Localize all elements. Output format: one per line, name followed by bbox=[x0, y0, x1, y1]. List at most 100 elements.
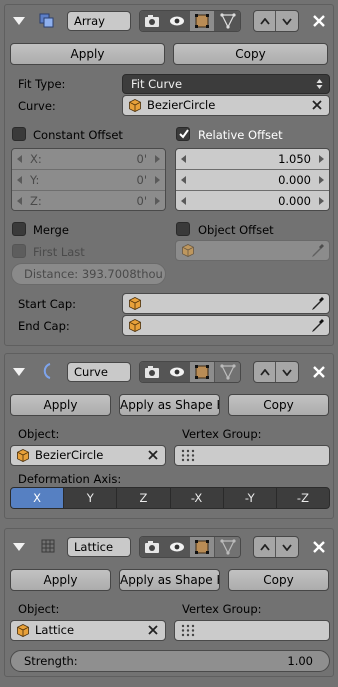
merge-checkbox[interactable] bbox=[12, 222, 26, 236]
collapse-arrow-icon[interactable] bbox=[13, 543, 25, 551]
clear-field-icon[interactable] bbox=[310, 98, 324, 112]
relative-offset-y-field[interactable]: 0.000 bbox=[176, 170, 329, 191]
axis-value: 0' bbox=[136, 152, 147, 166]
move-down-icon[interactable] bbox=[276, 362, 298, 382]
axis-value: 0' bbox=[136, 173, 147, 187]
start-cap-field[interactable] bbox=[122, 293, 330, 314]
deform-object-value: Lattice bbox=[35, 623, 75, 637]
render-camera-icon[interactable] bbox=[140, 537, 165, 557]
start-cap-label: Start Cap: bbox=[18, 297, 76, 311]
move-up-icon[interactable] bbox=[254, 362, 276, 382]
constant-offset-checkbox[interactable] bbox=[12, 127, 26, 141]
copy-button[interactable]: Copy bbox=[228, 394, 329, 416]
strength-slider[interactable]: Strength: 1.00 bbox=[10, 650, 330, 672]
relative-offset-label: Relative Offset bbox=[198, 128, 283, 142]
move-up-icon[interactable] bbox=[254, 537, 276, 557]
apply-as-shape-button[interactable]: Apply as Shape K... bbox=[119, 569, 220, 591]
object-offset-checkbox[interactable] bbox=[176, 222, 190, 236]
collapse-arrow-icon[interactable] bbox=[13, 17, 25, 25]
relative-offset-x-field[interactable]: 1.050 bbox=[176, 149, 329, 170]
viewport-eye-icon[interactable] bbox=[165, 537, 190, 557]
modifier-name-field[interactable]: Lattice bbox=[67, 537, 131, 557]
visibility-toggles bbox=[139, 536, 241, 558]
copy-button[interactable]: Copy bbox=[173, 43, 328, 65]
constant-offset-z-field[interactable]: Z: 0' bbox=[12, 191, 165, 210]
clear-field-icon[interactable] bbox=[146, 448, 160, 462]
curve-modifier-panel: Curve Apply Apply as Shape K... Copy Obj… bbox=[4, 353, 334, 519]
object-cube-icon bbox=[17, 624, 29, 637]
relative-offset-z-field[interactable]: 0.000 bbox=[176, 191, 329, 210]
end-cap-field[interactable] bbox=[122, 315, 330, 336]
axis-value: 0.000 bbox=[278, 173, 311, 187]
fit-type-label: Fit Type: bbox=[18, 77, 66, 91]
deformation-axis-label: Deformation Axis: bbox=[18, 472, 122, 486]
apply-button[interactable]: Apply bbox=[10, 569, 111, 591]
apply-as-shape-button[interactable]: Apply as Shape K... bbox=[119, 394, 220, 416]
vertex-group-icon bbox=[181, 624, 195, 637]
viewport-eye-icon[interactable] bbox=[165, 362, 190, 382]
move-down-icon[interactable] bbox=[276, 11, 298, 31]
apply-button[interactable]: Apply bbox=[10, 394, 111, 416]
deform-object-field[interactable]: BezierCircle bbox=[10, 445, 166, 466]
merge-label: Merge bbox=[33, 223, 69, 237]
editmode-vertices-icon[interactable] bbox=[190, 537, 215, 557]
axis-label: Z: bbox=[30, 194, 42, 208]
constant-offset-y-field[interactable]: Y: 0' bbox=[12, 170, 165, 191]
curve-object-field[interactable]: BezierCircle bbox=[122, 95, 330, 116]
cage-triangle-icon[interactable] bbox=[215, 537, 240, 557]
move-down-icon[interactable] bbox=[276, 537, 298, 557]
render-camera-icon[interactable] bbox=[140, 11, 165, 31]
object-offset-label: Object Offset bbox=[198, 223, 274, 237]
offset-object-field[interactable] bbox=[175, 240, 330, 261]
array-modifier-icon bbox=[39, 13, 54, 28]
axis-z-button[interactable]: Z bbox=[117, 488, 171, 508]
eyedropper-icon[interactable] bbox=[311, 243, 325, 258]
array-modifier-panel: Array Apply Copy Fit Type: Fit Curve Cur bbox=[4, 4, 334, 346]
cage-triangle-icon[interactable] bbox=[215, 362, 240, 382]
axis-neg-x-button[interactable]: -X bbox=[171, 488, 224, 508]
lattice-modifier-icon bbox=[41, 539, 55, 553]
cage-triangle-icon[interactable] bbox=[215, 11, 240, 31]
axis-label: X: bbox=[30, 152, 42, 166]
axis-x-button[interactable]: X bbox=[11, 488, 65, 508]
axis-y-button[interactable]: Y bbox=[64, 488, 118, 508]
object-label: Object: bbox=[18, 427, 60, 441]
distance-value: Distance: 393.7008thou bbox=[24, 267, 163, 281]
move-up-icon[interactable] bbox=[254, 11, 276, 31]
object-label: Object: bbox=[18, 602, 60, 616]
axis-value: 0' bbox=[136, 194, 147, 208]
modifier-name-field[interactable]: Array bbox=[67, 11, 131, 31]
apply-button[interactable]: Apply bbox=[10, 43, 165, 65]
curve-object-value: BezierCircle bbox=[147, 98, 216, 112]
vertex-group-field[interactable] bbox=[174, 620, 330, 641]
render-camera-icon[interactable] bbox=[140, 362, 165, 382]
first-last-checkbox[interactable] bbox=[12, 244, 26, 258]
vertex-group-label: Vertex Group: bbox=[182, 602, 262, 616]
array-panel-header: Array bbox=[5, 5, 333, 39]
vertex-group-label: Vertex Group: bbox=[182, 427, 262, 441]
remove-modifier-icon[interactable] bbox=[313, 15, 325, 27]
constant-offset-fields: X: 0' Y: 0' Z: 0' bbox=[11, 148, 166, 211]
axis-neg-z-button[interactable]: -Z bbox=[277, 488, 329, 508]
eyedropper-icon[interactable] bbox=[311, 296, 325, 311]
deform-object-field[interactable]: Lattice bbox=[10, 620, 166, 641]
collapse-arrow-icon[interactable] bbox=[13, 368, 25, 376]
clear-field-icon[interactable] bbox=[146, 623, 160, 637]
vertex-group-field[interactable] bbox=[174, 445, 330, 466]
viewport-eye-icon[interactable] bbox=[165, 11, 190, 31]
remove-modifier-icon[interactable] bbox=[313, 541, 325, 553]
checkmark-icon bbox=[179, 129, 189, 139]
editmode-vertices-icon[interactable] bbox=[190, 11, 215, 31]
remove-modifier-icon[interactable] bbox=[313, 366, 325, 378]
eyedropper-icon[interactable] bbox=[311, 318, 325, 333]
editmode-vertices-icon[interactable] bbox=[190, 362, 215, 382]
constant-offset-x-field[interactable]: X: 0' bbox=[12, 149, 165, 170]
fit-type-dropdown[interactable]: Fit Curve bbox=[122, 74, 330, 94]
copy-button[interactable]: Copy bbox=[228, 569, 329, 591]
merge-distance-slider[interactable]: Distance: 393.7008thou bbox=[11, 263, 166, 285]
first-last-label: First Last bbox=[33, 245, 85, 259]
axis-neg-y-button[interactable]: -Y bbox=[224, 488, 277, 508]
move-up-down-buttons bbox=[253, 10, 299, 32]
modifier-name-field[interactable]: Curve bbox=[67, 362, 131, 382]
relative-offset-checkbox[interactable] bbox=[176, 127, 190, 141]
